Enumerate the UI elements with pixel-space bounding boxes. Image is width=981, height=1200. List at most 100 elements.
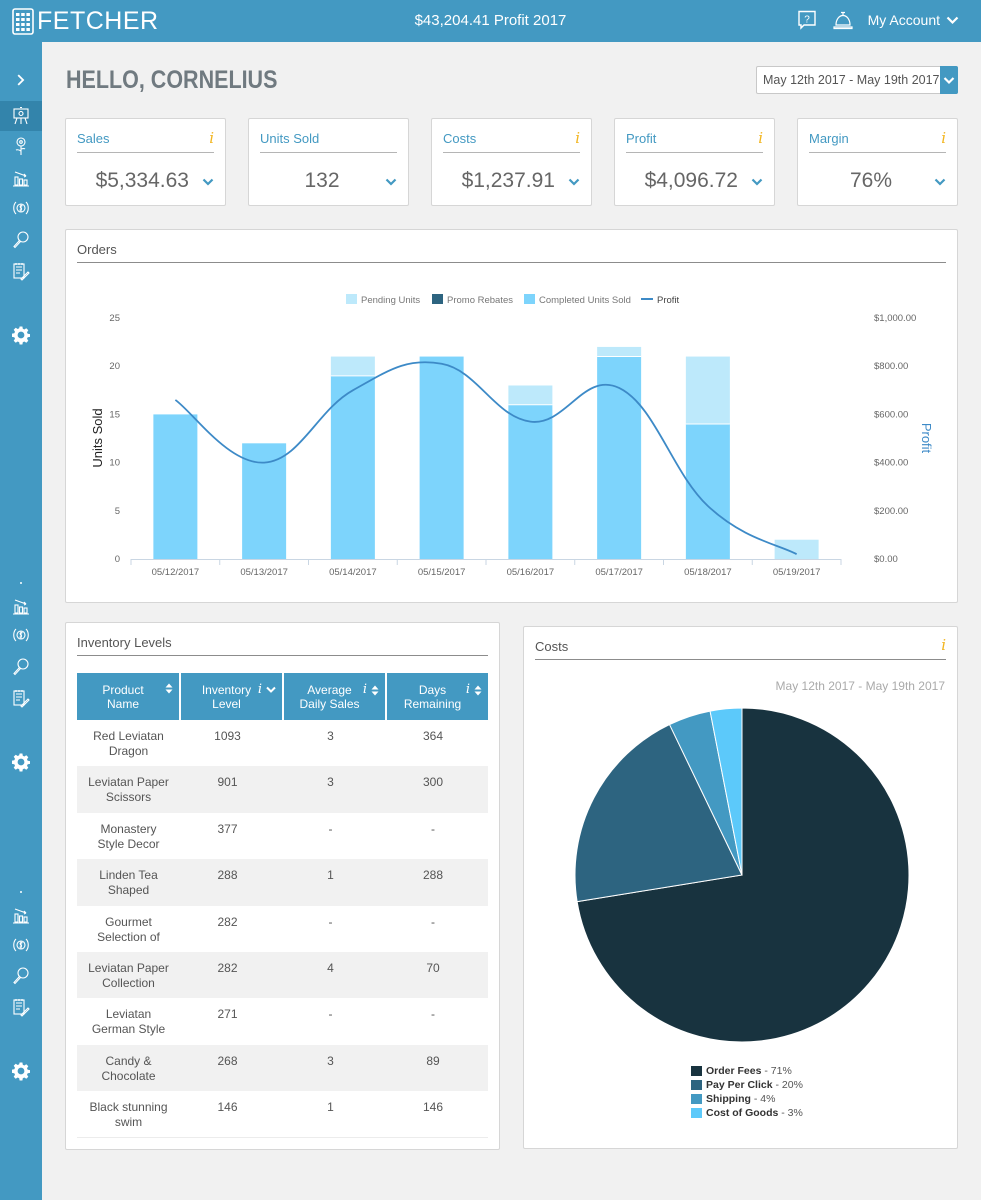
x-tick-label: 05/17/2017 xyxy=(595,567,643,578)
info-icon[interactable]: i xyxy=(941,636,946,654)
kpi-label: Sales xyxy=(77,131,110,146)
chevron-down-icon[interactable] xyxy=(202,177,214,187)
pie-legend: Order Fees - 71% Pay Per Click - 20% Shipp… xyxy=(691,1064,803,1120)
my-account-menu[interactable]: My Account xyxy=(868,12,959,28)
sidebar-item-search-2[interactable] xyxy=(0,652,42,682)
panel-divider xyxy=(535,659,946,660)
sidebar-item-dashboard[interactable] xyxy=(0,101,42,131)
sidebar-item-search-3[interactable] xyxy=(0,961,42,991)
info-icon[interactable]: i xyxy=(758,129,763,147)
info-icon[interactable]: i xyxy=(363,683,367,697)
sidebar-item-settings[interactable] xyxy=(0,320,42,350)
sidebar-item-growth[interactable] xyxy=(0,131,42,161)
calculator-logo-icon xyxy=(12,8,34,35)
kpi-value: $1,237.91 xyxy=(461,169,555,192)
chevron-down-icon xyxy=(946,16,959,25)
y2-tick-label: $200.00 xyxy=(874,506,908,517)
table-row[interactable]: Red Leviatan Dragon 1093 3 364 xyxy=(77,720,488,766)
column-header[interactable]: Days Remaining i xyxy=(386,673,488,720)
kpi-label: Costs xyxy=(443,131,477,146)
chevron-down-icon[interactable] xyxy=(751,177,763,187)
table-row[interactable]: Candy & Chocolate 268 3 89 xyxy=(77,1044,488,1092)
costs-title: Costs xyxy=(535,639,569,654)
orders-chart: Pending Units Promo Rebates Completed Unit… xyxy=(90,294,934,578)
inventory-level-cell: 1093 xyxy=(214,729,241,743)
logo[interactable]: FETCHER xyxy=(12,7,159,36)
sidebar-item-settings-2[interactable] xyxy=(0,747,42,777)
info-icon[interactable]: i xyxy=(941,129,946,147)
kpi-divider xyxy=(626,152,763,153)
table-row[interactable]: Black stunning swim 146 1 146 xyxy=(77,1091,488,1137)
inventory-level-cell: 282 xyxy=(180,951,283,999)
info-icon[interactable]: i xyxy=(209,129,214,147)
sidebar-item-notes-2[interactable] xyxy=(0,683,42,713)
days-remaining-cell: 364 xyxy=(422,729,444,743)
sidebar-divider-dot xyxy=(20,891,22,893)
table-row[interactable]: Linden Tea Shaped 288 1 288 xyxy=(77,859,488,906)
kpi-card-units-sold: Units Sold 132 xyxy=(248,118,409,206)
sort-icon[interactable] xyxy=(474,685,482,696)
chevron-down-icon[interactable] xyxy=(385,177,397,187)
avg-daily-sales-cell: 1 xyxy=(283,859,386,906)
x-tick-label: 05/18/2017 xyxy=(684,567,732,578)
y-axis-title: Units Sold xyxy=(90,408,105,467)
sidebar-item-reports[interactable] xyxy=(0,163,42,193)
legend-item: Cost of Goods - 3% xyxy=(691,1106,803,1120)
kpi-label: Profit xyxy=(626,131,657,146)
column-header[interactable]: Product Name xyxy=(77,673,181,720)
date-range-picker[interactable]: May 12th 2017 - May 19th 2017 xyxy=(756,66,958,94)
sidebar-expand-toggle[interactable] xyxy=(0,65,42,95)
x-tick-label: 05/13/2017 xyxy=(240,567,288,578)
sidebar-item-notes[interactable] xyxy=(0,256,42,286)
sort-icon[interactable] xyxy=(165,683,173,694)
sidebar-item-reports-3[interactable] xyxy=(0,900,42,930)
avg-daily-sales-cell: 1 xyxy=(327,1100,334,1115)
column-header-line2: Level xyxy=(212,696,241,711)
sort-icon[interactable] xyxy=(371,685,379,696)
sidebar-item-reports-2[interactable] xyxy=(0,591,42,621)
days-remaining-cell: - xyxy=(431,914,435,929)
column-header[interactable]: Average Daily Sales i xyxy=(283,673,387,720)
info-icon[interactable]: i xyxy=(258,683,262,697)
sort-desc-icon[interactable] xyxy=(266,686,276,694)
y2-tick-label: $800.00 xyxy=(874,361,908,372)
product-name-cell: Leviatan Paper Collection xyxy=(77,951,180,999)
sidebar-item-notes-3[interactable] xyxy=(0,992,42,1022)
x-tick-label: 05/19/2017 xyxy=(773,567,821,578)
chevron-down-icon[interactable] xyxy=(934,177,946,187)
table-row[interactable]: Gourmet Selection of 282 - - xyxy=(77,906,488,952)
sidebar-item-finance-3[interactable] xyxy=(0,930,42,960)
magnifier-icon xyxy=(11,966,31,986)
notepad-pencil-icon xyxy=(11,688,31,708)
table-row[interactable]: Leviatan German Style 271 - - xyxy=(77,998,488,1044)
date-range-dropdown-button[interactable] xyxy=(939,66,958,94)
sidebar-item-finance-2[interactable] xyxy=(0,620,42,650)
presentation-board-icon xyxy=(11,106,31,126)
info-icon[interactable]: i xyxy=(575,129,580,147)
inventory-panel: Inventory Levels Product Name Inventory Lev… xyxy=(65,622,500,1150)
column-header-line1: Inventory xyxy=(201,682,252,697)
sidebar-item-settings-3[interactable] xyxy=(0,1056,42,1086)
y-tick-label: 5 xyxy=(115,506,120,517)
kpi-divider xyxy=(260,152,397,153)
sidebar-item-search[interactable] xyxy=(0,225,42,255)
info-icon[interactable]: i xyxy=(466,683,470,697)
profit-title: $43,204.41 Profit 2017 xyxy=(414,12,567,29)
table-row[interactable]: Monastery Style Decor 377 - - xyxy=(77,813,488,859)
x-tick-label: 05/14/2017 xyxy=(329,567,377,578)
table-row[interactable]: Leviatan Paper Scissors 901 3 300 xyxy=(77,766,488,813)
kpi-value: $5,334.63 xyxy=(95,169,189,192)
sidebar-item-finance[interactable] xyxy=(0,193,42,223)
legend-label-promo-rebates: Promo Rebates xyxy=(447,295,513,306)
service-bell-icon[interactable] xyxy=(832,9,854,31)
chevron-down-icon xyxy=(943,76,955,84)
product-name-cell: Linden Tea Shaped xyxy=(77,859,180,906)
chevron-down-icon[interactable] xyxy=(568,177,580,187)
help-chat-icon[interactable]: ? xyxy=(796,9,818,31)
inventory-level-cell: 901 xyxy=(180,766,283,813)
kpi-label: Units Sold xyxy=(260,131,320,146)
y-tick-label: 20 xyxy=(109,361,120,372)
table-row[interactable]: Leviatan Paper Collection 282 4 70 xyxy=(77,951,488,999)
column-header[interactable]: Inventory Level i xyxy=(180,673,284,720)
inventory-level-cell: 146 xyxy=(217,1100,238,1115)
